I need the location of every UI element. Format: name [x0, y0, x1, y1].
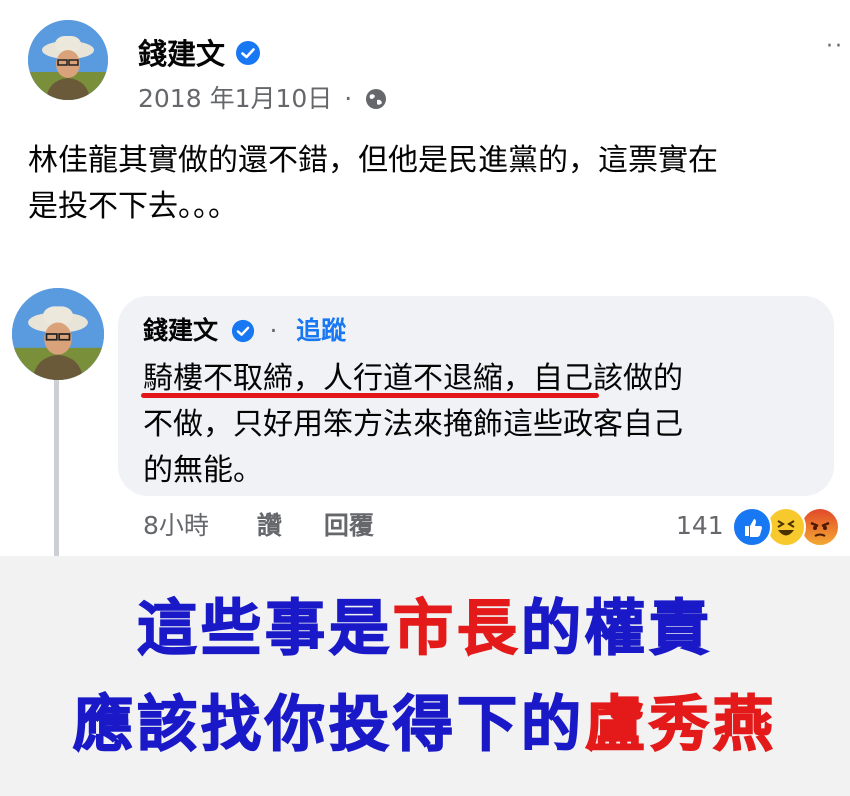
haha-reaction-icon [766, 507, 806, 547]
comment-author-name[interactable]: 錢建文 [143, 316, 218, 345]
comment-actions: 8小時 讚 回覆 [143, 508, 408, 544]
post-text-line-2: 是投不下去。。。 [28, 189, 238, 224]
comment-underlined-text: 騎樓不取締，人行道不退縮 [143, 361, 503, 396]
globe-icon [364, 86, 388, 120]
angry-reaction-icon [800, 507, 840, 547]
post-author-avatar[interactable] [28, 20, 108, 100]
more-options-button[interactable]: ·· [826, 34, 844, 59]
post-date[interactable]: 2018 年1月10日 [138, 84, 332, 113]
red-underline-annotation [141, 393, 599, 398]
banner-line-2: 應該找你投得下的盧秀燕 [0, 676, 850, 763]
comment-body: 騎樓不取締，人行道不退縮，自己該做的 不做，只好用笨方法來掩飾這些政客自己 的無… [143, 356, 823, 494]
banner-line-2-part-2: 盧秀燕 [584, 689, 777, 761]
comment-author-avatar[interactable] [12, 288, 104, 380]
verified-badge-icon [231, 316, 255, 354]
comment-text-line-3: 的無能。 [143, 453, 263, 488]
comment-text-line-2: 不做，只好用笨方法來掩飾這些政客自己 [143, 407, 683, 442]
post-meta: 2018 年1月10日 · [138, 82, 388, 120]
banner-line-1-part-1: 這些事是 [136, 593, 393, 665]
banner-line-2-part-1: 應該找你投得下的 [72, 689, 585, 761]
thread-connector-line [54, 380, 59, 556]
verified-badge-icon [235, 36, 261, 76]
post-author-name-text[interactable]: 錢建文 [138, 37, 225, 71]
post-body: 林佳龍其實做的還不錯，但他是民進黨的，這票實在 是投不下去。。。 [28, 138, 840, 230]
comment-header: 錢建文 · 追蹤 [143, 312, 346, 354]
post-author-name[interactable]: 錢建文 [138, 34, 261, 76]
banner-line-1-part-2: 市長 [392, 593, 521, 665]
banner-line-1-part-3: 的權責 [520, 593, 713, 665]
comment-timestamp[interactable]: 8小時 [143, 511, 209, 540]
meta-separator: · [344, 84, 353, 113]
follow-button[interactable]: 追蹤 [296, 316, 346, 345]
banner-line-1: 這些事是市長的權責 [0, 580, 850, 667]
post-text-line-1: 林佳龍其實做的還不錯，但他是民進黨的，這票實在 [28, 143, 718, 178]
like-reaction-icon [732, 507, 772, 547]
comment-text-line-1-rest: ，自己該做的 [503, 361, 683, 396]
reaction-count[interactable]: 141 [676, 508, 724, 544]
reply-button[interactable]: 回覆 [324, 511, 374, 540]
comment-header-separator: · [269, 316, 278, 345]
like-button[interactable]: 讚 [257, 511, 282, 540]
